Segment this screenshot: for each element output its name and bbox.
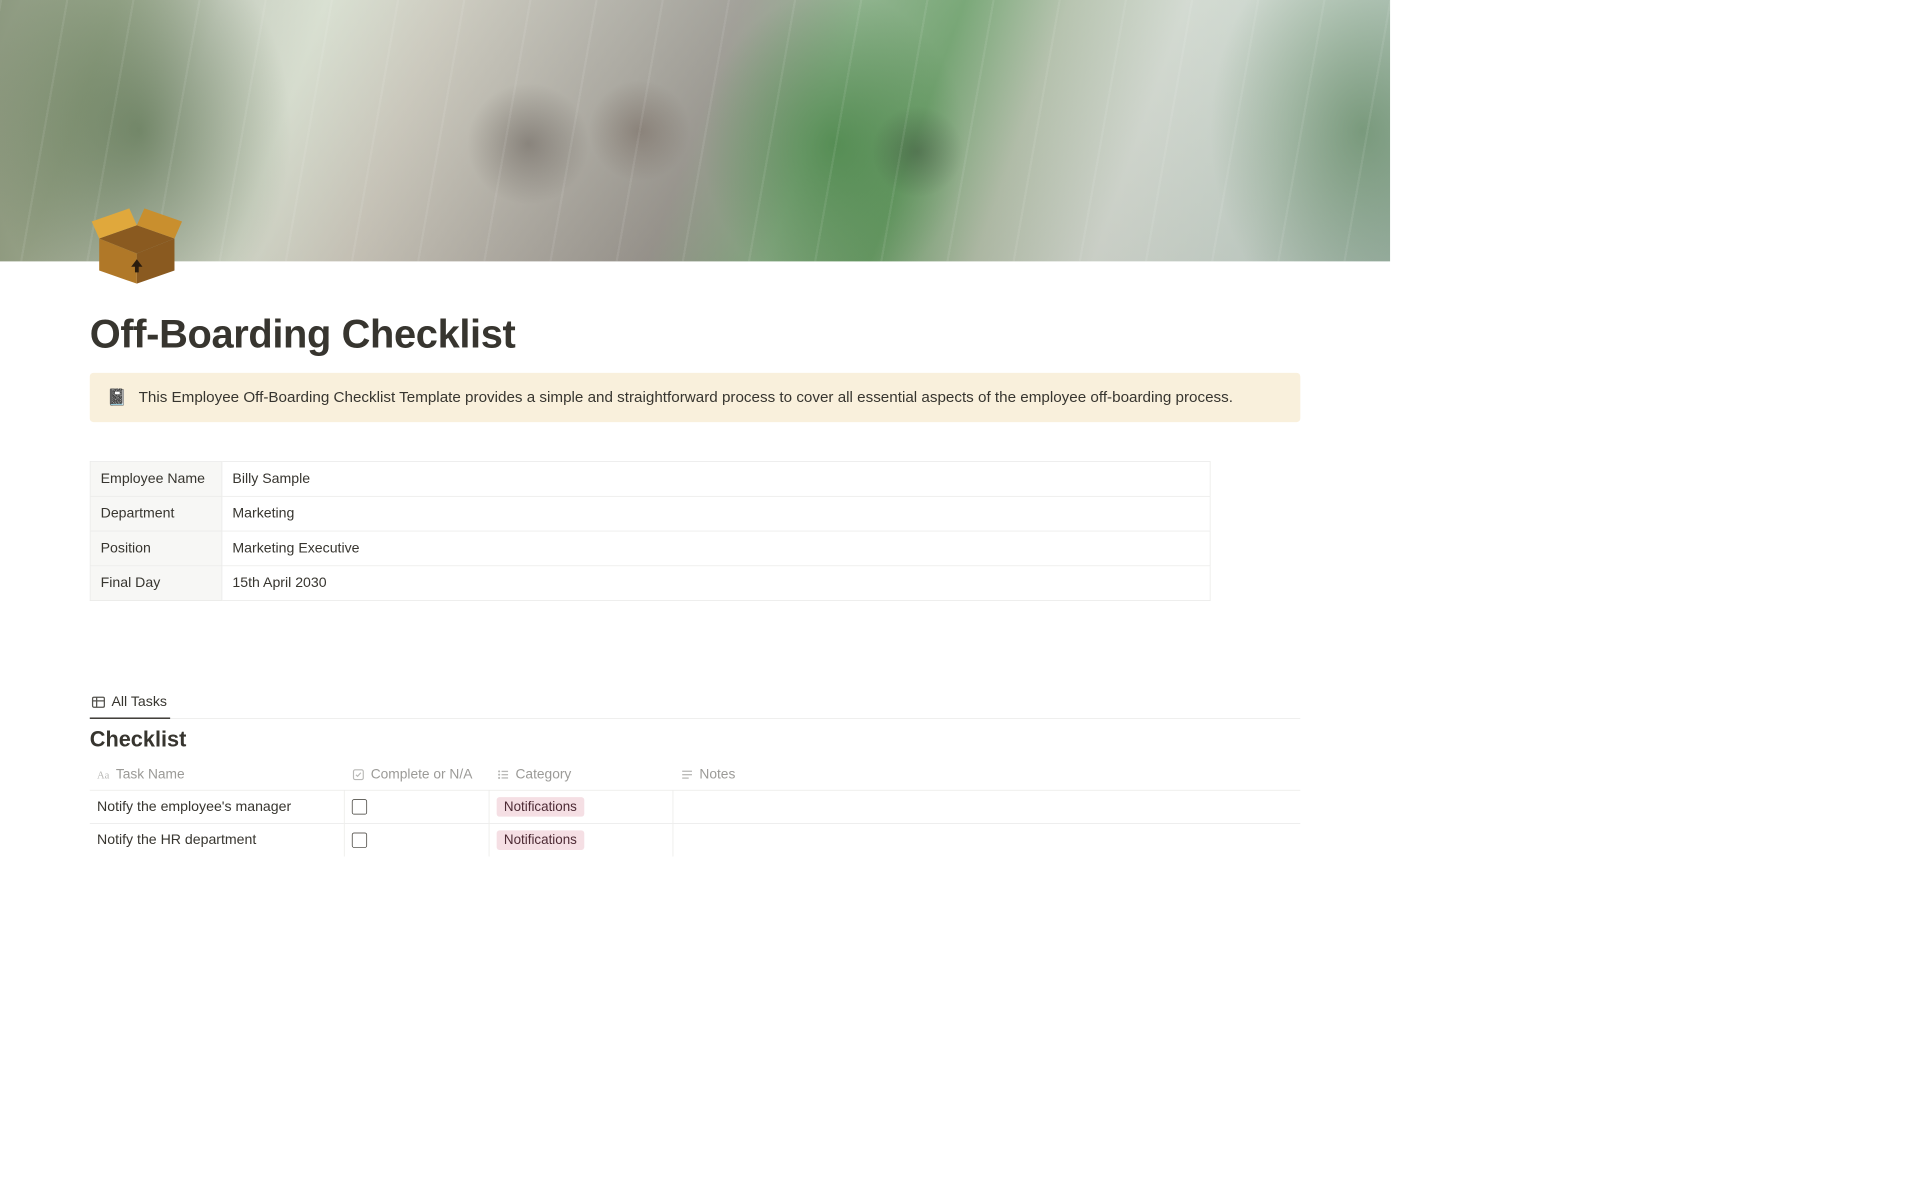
callout-text: This Employee Off-Boarding Checklist Tem…: [139, 389, 1233, 406]
complete-cell[interactable]: [345, 791, 490, 824]
table-icon: [91, 695, 105, 709]
column-category[interactable]: Category: [489, 759, 673, 789]
checkbox-property-icon: [352, 768, 365, 781]
notes-cell[interactable]: [673, 791, 1300, 824]
page-title[interactable]: Off-Boarding Checklist: [90, 261, 1301, 357]
notebook-icon: 📓: [107, 390, 127, 406]
page-icon[interactable]: [90, 193, 184, 287]
info-label: Position: [90, 531, 222, 566]
svg-text:Aa: Aa: [97, 771, 110, 781]
task-name-cell[interactable]: Notify the employee's manager: [90, 791, 345, 824]
info-label: Final Day: [90, 566, 222, 601]
table-row: Employee Name Billy Sample: [90, 462, 1210, 497]
category-cell[interactable]: Notifications: [489, 824, 673, 857]
select-property-icon: [497, 768, 510, 781]
column-complete[interactable]: Complete or N/A: [345, 759, 490, 789]
cover-image: [0, 0, 1390, 261]
category-tag: Notifications: [497, 797, 584, 817]
task-name-cell[interactable]: Notify the HR department: [90, 824, 345, 857]
complete-cell[interactable]: [345, 824, 490, 857]
callout-block[interactable]: 📓 This Employee Off-Boarding Checklist T…: [90, 373, 1301, 422]
text-property-icon: [681, 768, 694, 781]
category-cell[interactable]: Notifications: [489, 791, 673, 824]
title-property-icon: Aa: [97, 768, 110, 781]
table-row: Final Day 15th April 2030: [90, 566, 1210, 601]
checkbox-unchecked-icon[interactable]: [352, 799, 367, 814]
info-value[interactable]: 15th April 2030: [222, 566, 1210, 601]
category-tag: Notifications: [497, 830, 584, 850]
table-row: Position Marketing Executive: [90, 531, 1210, 566]
employee-info-table[interactable]: Employee Name Billy Sample Department Ma…: [90, 461, 1211, 601]
column-notes[interactable]: Notes: [673, 759, 1300, 789]
table-row: Department Marketing: [90, 496, 1210, 531]
database-header: Aa Task Name Complete or N/A Category: [90, 759, 1301, 790]
checkbox-unchecked-icon[interactable]: [352, 833, 367, 848]
info-value[interactable]: Marketing: [222, 496, 1210, 531]
tab-label: All Tasks: [111, 694, 166, 711]
database-title[interactable]: Checklist: [90, 728, 1301, 753]
tab-all-tasks[interactable]: All Tasks: [90, 688, 170, 719]
table-row[interactable]: Notify the employee's manager Notificati…: [90, 791, 1301, 824]
info-value[interactable]: Billy Sample: [222, 462, 1210, 497]
column-task-name[interactable]: Aa Task Name: [90, 759, 345, 789]
database-view-tabs: All Tasks: [90, 688, 1301, 719]
notes-cell[interactable]: [673, 824, 1300, 857]
info-value[interactable]: Marketing Executive: [222, 531, 1210, 566]
info-label: Department: [90, 496, 222, 531]
table-row[interactable]: Notify the HR department Notifications: [90, 824, 1301, 857]
info-label: Employee Name: [90, 462, 222, 497]
open-box-icon: [90, 193, 184, 287]
